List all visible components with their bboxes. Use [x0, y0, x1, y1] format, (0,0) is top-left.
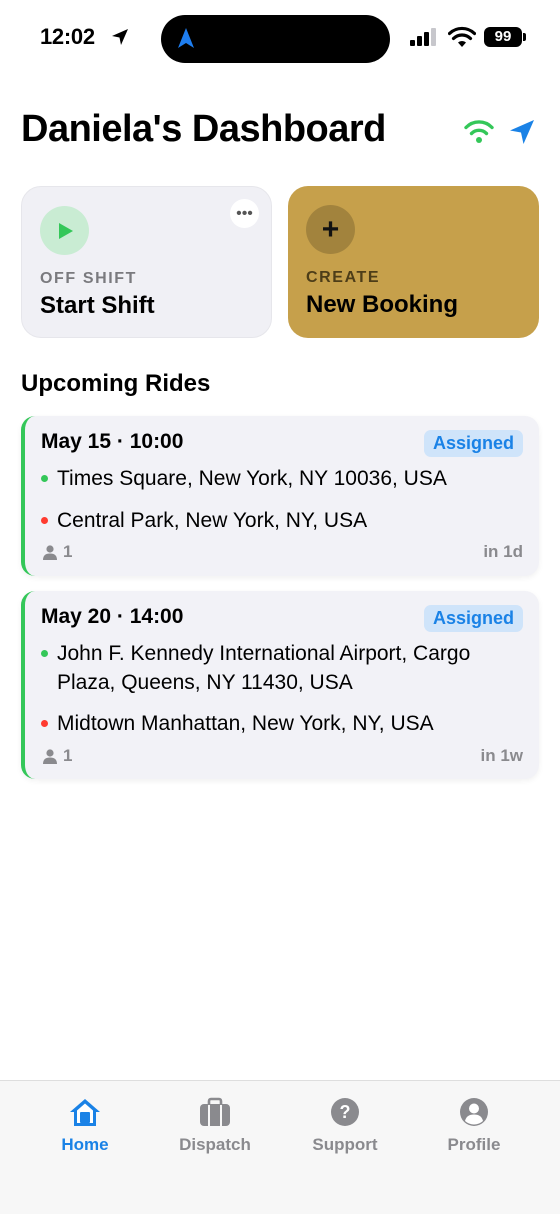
dropoff-address-text: Central Park, New York, NY, USA: [57, 509, 368, 532]
pickup-dot-icon: [41, 475, 48, 482]
shift-status-label: OFF SHIFT: [40, 270, 138, 287]
person-icon: [460, 1098, 488, 1126]
briefcase-icon: [200, 1097, 230, 1126]
cellular-signal-icon: [410, 28, 436, 46]
status-time: 12:02: [40, 24, 95, 49]
new-booking-label: New Booking: [306, 291, 459, 318]
battery-indicator: 99: [484, 27, 522, 47]
more-options-button[interactable]: •••: [230, 199, 259, 228]
page-title: Daniela's Dashboard: [21, 108, 386, 150]
ride-datetime: May 20 · 14:00: [41, 605, 184, 628]
ride-card[interactable]: May 15 · 10:00 Assigned Times Square, Ne…: [21, 416, 539, 576]
passenger-count-text: 1: [63, 542, 73, 561]
status-badge: Assigned: [423, 605, 523, 632]
ride-eta: in 1w: [480, 746, 523, 765]
tab-dispatch[interactable]: Dispatch: [160, 1097, 270, 1155]
pickup-dot-icon: [41, 650, 48, 657]
pickup-address-text: John F. Kennedy International Airport, C…: [57, 642, 471, 694]
status-bar: 12:02 99: [0, 0, 560, 78]
tab-profile-label: Profile: [447, 1135, 501, 1154]
pickup-address-text: Times Square, New York, NY 10036, USA: [57, 467, 447, 490]
passenger-count-text: 1: [63, 746, 73, 765]
tab-bar: Home Dispatch ? Support Profile: [0, 1080, 560, 1214]
new-booking-card[interactable]: + CREATE New Booking: [288, 186, 539, 338]
create-label: CREATE: [306, 269, 381, 286]
location-arrow-icon: [112, 29, 128, 45]
question-icon: ?: [331, 1098, 359, 1126]
upcoming-rides-title: Upcoming Rides: [21, 370, 211, 397]
dropoff-address: Midtown Manhattan, New York, NY, USA: [41, 709, 521, 738]
tab-support[interactable]: ? Support: [290, 1097, 400, 1155]
tab-support-label: Support: [312, 1135, 378, 1154]
navigation-app-icon: [178, 28, 194, 48]
dropoff-dot-icon: [41, 517, 48, 524]
ride-card[interactable]: May 20 · 14:00 Assigned John F. Kennedy …: [21, 591, 539, 779]
play-icon: [40, 206, 89, 255]
start-shift-card[interactable]: ••• OFF SHIFT Start Shift: [21, 186, 272, 338]
pickup-address: Times Square, New York, NY 10036, USA: [41, 464, 521, 493]
svg-text:?: ?: [340, 1102, 351, 1122]
ride-datetime: May 15 · 10:00: [41, 430, 184, 453]
dropoff-address-text: Midtown Manhattan, New York, NY, USA: [57, 712, 434, 735]
dropoff-dot-icon: [41, 720, 48, 727]
tab-dispatch-label: Dispatch: [179, 1135, 251, 1154]
passenger-count: 1: [43, 542, 72, 562]
location-status-icon: [510, 120, 534, 144]
passenger-count: 1: [43, 746, 72, 766]
ride-eta: in 1d: [483, 542, 523, 561]
dropoff-address: Central Park, New York, NY, USA: [41, 506, 521, 535]
battery-tip: [523, 33, 526, 41]
person-icon: [43, 748, 57, 764]
tab-profile[interactable]: Profile: [419, 1097, 529, 1155]
pickup-address: John F. Kennedy International Airport, C…: [41, 639, 521, 697]
tab-home[interactable]: Home: [30, 1097, 140, 1155]
status-badge: Assigned: [423, 430, 523, 457]
tab-home-label: Home: [61, 1135, 109, 1154]
connection-status-icon: [464, 120, 494, 143]
person-icon: [43, 544, 57, 560]
dashboard-screen: 12:02 99 Daniela's Dashboard ••• OFF SHI…: [0, 0, 560, 1214]
plus-icon: +: [306, 205, 355, 254]
start-shift-label: Start Shift: [40, 292, 155, 319]
wifi-icon: [448, 26, 476, 47]
home-icon: [70, 1099, 100, 1126]
